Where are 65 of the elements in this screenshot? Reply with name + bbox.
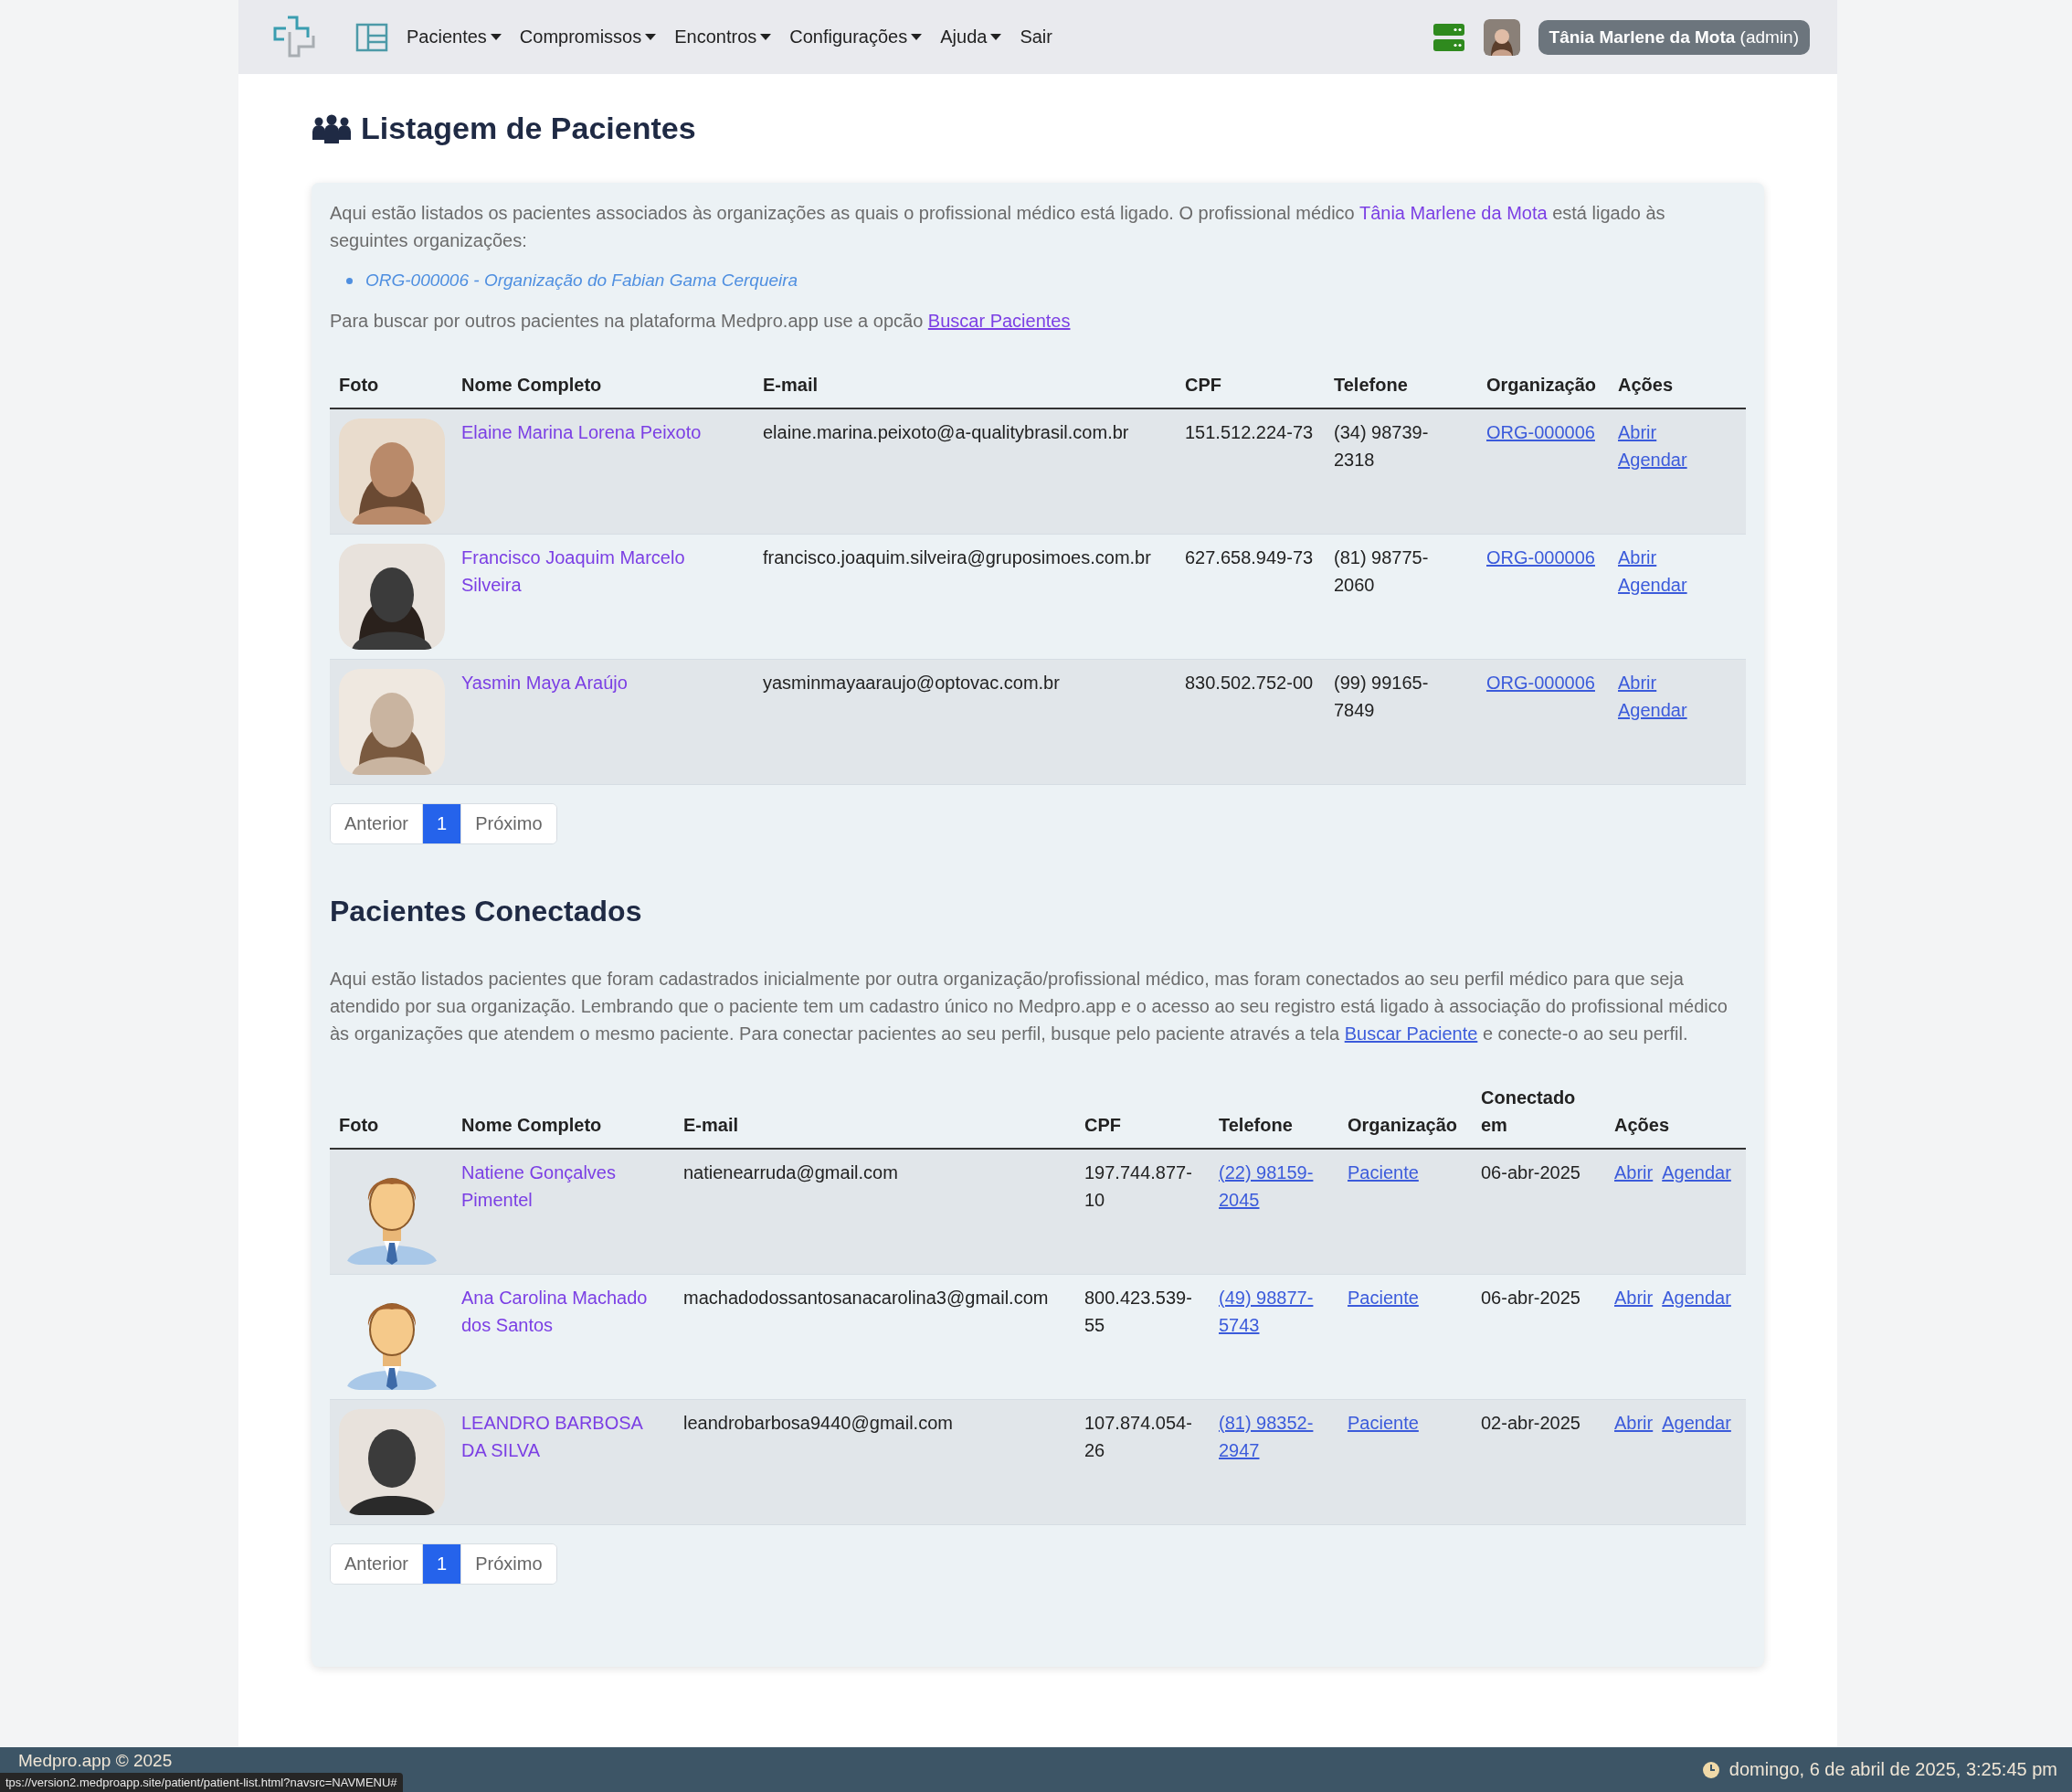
organization-link[interactable]: Paciente — [1348, 1159, 1419, 1186]
action-link[interactable]: Abrir — [1614, 1284, 1654, 1311]
section-title: Pacientes Conectados — [330, 895, 643, 928]
menu-item[interactable]: Pacientes — [407, 27, 502, 48]
cpf-cell: 627.658.949-73 — [1176, 534, 1325, 660]
cpf-cell: 151.512.224-73 — [1176, 408, 1325, 535]
connected-date-cell: 06-abr-2025 — [1472, 1274, 1605, 1400]
email-cell: leandrobarbosa9440@gmail.com — [674, 1399, 1075, 1525]
date-time: domingo, 6 de abril de 2025, 3:25:45 pm — [1728, 1759, 2057, 1780]
menu-item[interactable]: Configurações — [789, 27, 923, 48]
cpf-cell: 197.744.877-10 — [1075, 1149, 1210, 1275]
menu-item[interactable]: Compromissos — [519, 27, 657, 48]
clock-icon — [1701, 1760, 1720, 1779]
user-menu-button[interactable]: Tânia Marlene da Mota (admin) — [1538, 19, 1810, 55]
email-cell: machadodossantosanacarolina3@gmail.com — [674, 1274, 1075, 1400]
organization-link[interactable]: Paciente — [1348, 1284, 1419, 1311]
action-link[interactable]: Agendar — [1662, 1159, 1731, 1186]
action-link[interactable]: Abrir — [1618, 419, 1657, 446]
organization-link[interactable]: Paciente — [1348, 1409, 1419, 1437]
phone-cell: (81) 98775-2060 — [1325, 534, 1477, 660]
action-link[interactable]: Abrir — [1614, 1409, 1654, 1437]
group-icon — [312, 113, 352, 143]
search-hint: Para buscar por outros pacientes na plataforma Medpro.app use a opcão Buscar Pacientes — [330, 310, 1072, 333]
email-cell: yasminmayaaraujo@optovac.com.br — [754, 659, 1176, 785]
organization-link[interactable]: ORG-000006 — [1486, 419, 1595, 446]
cpf-cell: 107.874.054-26 — [1075, 1399, 1210, 1525]
bullet-icon — [346, 277, 353, 284]
action-link[interactable]: Agendar — [1662, 1409, 1731, 1437]
phone-cell: (99) 99165-7849 — [1325, 659, 1477, 785]
organization-item: ORG-000006 - Organização do Fabian Gama Cerqueira — [365, 270, 798, 292]
patient-name-link[interactable]: Ana Carolina Machado dos Santos — [461, 1284, 665, 1339]
phone-link[interactable]: (49) 98877-5743 — [1219, 1284, 1329, 1339]
copyright-text: Medpro.app © 2025 — [18, 1751, 173, 1771]
doctor-link[interactable]: Tânia Marlene da Mota — [1358, 203, 1548, 223]
server-icon[interactable] — [1432, 22, 1465, 52]
connected-date-cell: 02-abr-2025 — [1472, 1399, 1605, 1525]
page-title: Listagem de Pacientes — [361, 111, 696, 146]
action-link[interactable]: Abrir — [1618, 669, 1657, 696]
action-link[interactable]: Abrir — [1618, 544, 1657, 571]
page-button[interactable]: 1 — [422, 1544, 462, 1584]
patient-name-link[interactable]: Francisco Joaquim Marcelo Silveira — [461, 544, 745, 599]
action-link[interactable]: Agendar — [1618, 446, 1687, 473]
status-url: tps://version2.medproapp.site/patient/patient-list.html?navsrc=NAVMENU# — [0, 1773, 403, 1792]
intro-text: Aqui estão listados os pacientes associados às organizações as quais o profissional médico está ligado. O profissional médico Tânia Marlene da Mota está ligado às seguintes organizações: — [330, 202, 1666, 252]
menu-item[interactable]: Ajuda — [940, 27, 1002, 48]
menu-item[interactable]: Encontros — [674, 27, 772, 48]
search-patients-link[interactable]: Buscar Pacientes — [927, 311, 1071, 331]
cpf-cell: 830.502.752-00 — [1176, 659, 1325, 785]
organization-link[interactable]: ORG-000006 — [1486, 669, 1595, 696]
action-link[interactable]: Abrir — [1614, 1159, 1654, 1186]
email-cell: francisco.joaquim.silveira@gruposimoes.com.br — [754, 534, 1176, 660]
connected-date-cell: 06-abr-2025 — [1472, 1149, 1605, 1275]
action-link[interactable]: Agendar — [1618, 571, 1687, 599]
action-link[interactable]: Agendar — [1662, 1284, 1731, 1311]
email-cell: elaine.marina.peixoto@a-qualitybrasil.com.br — [754, 408, 1176, 535]
organization-link[interactable]: ORG-000006 — [1486, 544, 1595, 571]
action-link[interactable]: Agendar — [1618, 696, 1687, 724]
menu-item[interactable]: Sair — [1020, 27, 1052, 48]
phone-cell: (34) 98739-2318 — [1325, 408, 1477, 535]
layout-icon[interactable] — [355, 22, 388, 52]
email-cell: natienearruda@gmail.com — [674, 1149, 1075, 1275]
cpf-cell: 800.423.539-55 — [1075, 1274, 1210, 1400]
search-patient-link[interactable]: Buscar Paciente — [1344, 1023, 1478, 1044]
connected-description: Aqui estão listados pacientes que foram cadastrados inicialmente por outra organização/profissional médico, mas foram conectados ao seu perfil médico para que seja atendido por sua organização. Lembrando que o paciente tem um cadastro único no Medpro.app e o acesso ao seu registro está ligado à associação do profissional médico às organizações que atendem o mesmo paciente. Para conectar pacientes ao seu perfil, busque pelo paciente através a tela Buscar Paciente e conecte-o ao seu perfil. — [330, 968, 1728, 1045]
page-button[interactable]: 1 — [422, 804, 462, 843]
